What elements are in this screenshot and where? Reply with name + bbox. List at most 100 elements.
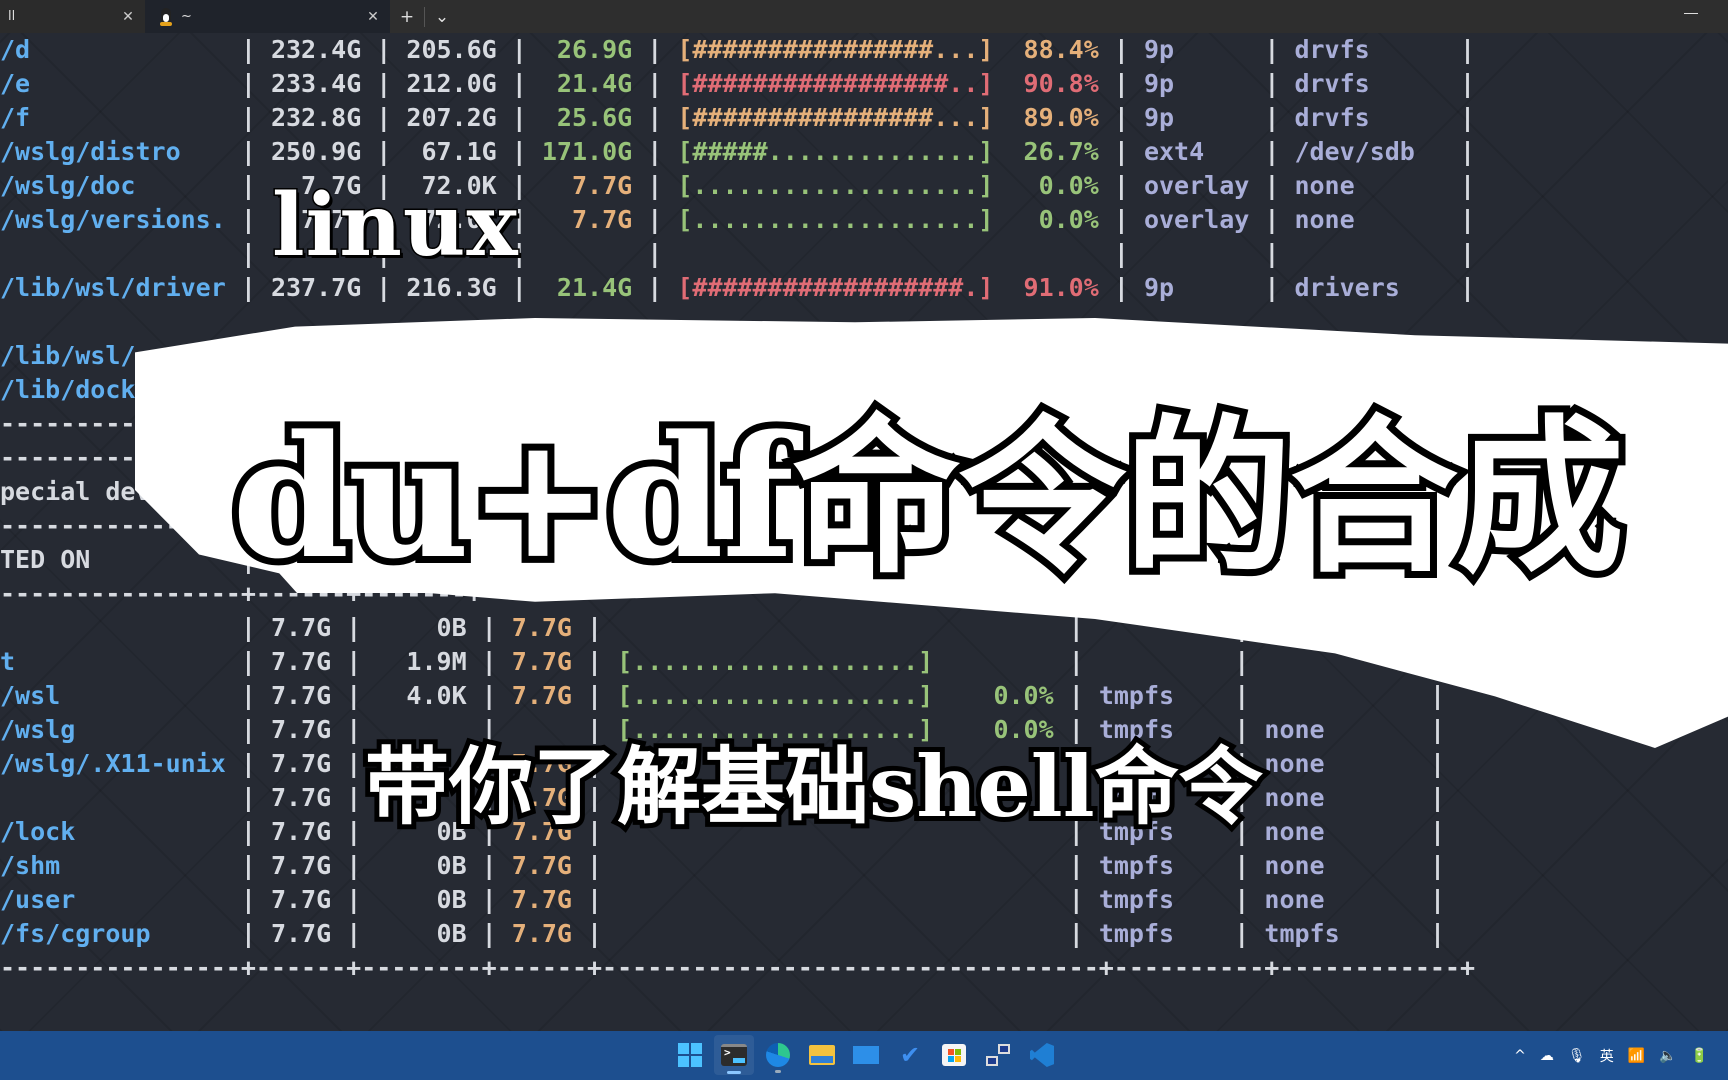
undefined: | [1444, 239, 1476, 268]
column-separator: | [1444, 35, 1476, 64]
close-tab-icon[interactable]: ✕ [117, 9, 139, 25]
fs-type: tmpfs [1098, 919, 1220, 948]
column-separator: | [632, 171, 678, 200]
column-separator: | [225, 715, 271, 744]
column-separator: | [361, 137, 407, 166]
usage-percent [933, 613, 1053, 642]
mount-path: /wslg/doc [0, 171, 226, 200]
column-separator: | [361, 69, 407, 98]
usage-percent: 26.7% [993, 137, 1099, 166]
column-separator: | [1219, 647, 1265, 676]
size-value: 7.7G [270, 817, 332, 846]
usage-percent: 0.0% [993, 171, 1099, 200]
taskbar-remote-desktop[interactable] [978, 1035, 1018, 1075]
column-separator: | [361, 273, 407, 302]
column-separator: | [572, 851, 618, 880]
chevron-up-icon[interactable]: ^ [1514, 1048, 1526, 1064]
mount-path: /wsl [0, 681, 226, 710]
used-value: 207.2G [406, 103, 497, 132]
mount-path: /wslg/distro [0, 137, 226, 166]
column-separator: | [1053, 681, 1099, 710]
table-row: /shm | 7.7G | 0B | 7.7G | | tmpfs | none… [0, 849, 1728, 883]
usage-bar: [##################.] [677, 273, 994, 302]
avail-value: 26.9G [541, 35, 633, 64]
mount-path: /wslg [0, 715, 226, 744]
usage-percent: 89.0% [993, 103, 1099, 132]
taskbar-todo[interactable]: ✔ [890, 1035, 930, 1075]
usage-bar: [...................] [677, 205, 994, 234]
avail-value: 21.4G [541, 69, 633, 98]
used-value: 4.0K [376, 681, 467, 710]
taskbar-file-explorer[interactable] [802, 1035, 842, 1075]
filesystem [1264, 681, 1415, 710]
column-separator: | [496, 69, 542, 98]
column-separator: | [496, 35, 542, 64]
column-separator: | [1414, 749, 1446, 778]
column-separator: | [331, 851, 377, 880]
column-separator: | [1249, 103, 1295, 132]
column-separator: | [1098, 35, 1144, 64]
tab-bar: ll ✕ ~ ✕ + ⌄ [0, 0, 1728, 33]
column-separator: | [1414, 919, 1446, 948]
ime-indicator[interactable]: 英 [1600, 1046, 1614, 1066]
fs-type: 9p [1143, 273, 1250, 302]
column-separator: | [632, 69, 678, 98]
usage-bar [617, 885, 933, 914]
folder-icon [809, 1045, 835, 1065]
mount-path: /fs/cgroup [0, 919, 226, 948]
table-row: | | | | | | | [0, 237, 1728, 271]
column-header: TED ON [0, 545, 226, 574]
taskbar-mail[interactable] [846, 1035, 886, 1075]
usage-bar: [#####..............] [677, 137, 994, 166]
taskbar-vscode[interactable] [1022, 1035, 1062, 1075]
tab-dropdown-button[interactable]: ⌄ [425, 0, 459, 33]
volume-icon[interactable]: 🔈 [1659, 1048, 1676, 1064]
column-separator: | [632, 35, 678, 64]
column-separator: | [225, 681, 271, 710]
system-tray: ^ ☁ 🎙 英 📶 🔈 🔋 [1514, 1031, 1708, 1080]
taskbar-terminal[interactable] [714, 1035, 754, 1075]
column-separator: | [572, 885, 618, 914]
usage-percent [933, 885, 1053, 914]
wifi-icon[interactable]: 📶 [1628, 1048, 1645, 1064]
avail-value: 7.7G [511, 613, 572, 642]
column-separator: | [225, 783, 271, 812]
column-separator: | [1414, 817, 1446, 846]
start-button[interactable] [670, 1035, 710, 1075]
minimize-button[interactable] [1684, 13, 1698, 14]
column-separator: | [1444, 205, 1476, 234]
taskbar-edge[interactable] [758, 1035, 798, 1075]
size-value: 7.7G [270, 749, 332, 778]
column-separator: | [1053, 647, 1099, 676]
tux-icon [159, 7, 173, 26]
new-tab-button[interactable]: + [390, 0, 424, 33]
column-separator: | [1098, 239, 1144, 268]
terminal-output[interactable]: /d | 232.4G | 205.6G | 26.9G | [########… [0, 33, 1728, 1031]
microphone-icon[interactable]: 🎙 [1568, 1048, 1586, 1064]
usage-bar: [#################..] [677, 69, 994, 98]
column-separator: | [331, 885, 377, 914]
used-value: 216.3G [406, 273, 497, 302]
used-value: 212.0G [406, 69, 497, 98]
avail-value: 7.7G [541, 205, 633, 234]
column-separator: | [466, 613, 512, 642]
filesystem: /dev/sdb [1294, 137, 1445, 166]
column-separator: | [1098, 103, 1144, 132]
column-separator: | [1249, 205, 1295, 234]
mount-path: /lock [0, 817, 226, 846]
mount-path: t [0, 647, 226, 676]
column-separator: | [1444, 103, 1476, 132]
onedrive-icon[interactable]: ☁ [1540, 1048, 1554, 1064]
usage-bar [617, 919, 933, 948]
fs-type: overlay [1143, 171, 1250, 200]
filesystem: none [1294, 171, 1445, 200]
taskbar-store[interactable] [934, 1035, 974, 1075]
close-tab-icon[interactable]: ✕ [362, 9, 384, 25]
battery-icon[interactable]: 🔋 [1691, 1048, 1708, 1064]
mount-path [0, 783, 226, 812]
column-separator: | [466, 851, 512, 880]
tab-linux[interactable]: ~ ✕ [145, 0, 390, 33]
column-separator: | [1249, 137, 1295, 166]
tab-powershell[interactable]: ll ✕ [0, 0, 145, 33]
column-separator: | [1444, 69, 1476, 98]
